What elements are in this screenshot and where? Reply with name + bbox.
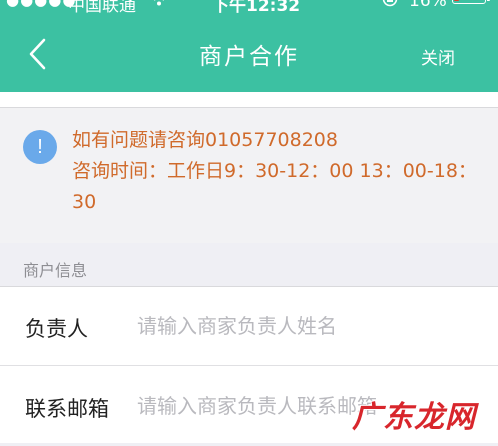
contact-person-label: 负责人	[25, 317, 88, 341]
section-label-merchant-info: 商户信息	[23, 261, 88, 280]
orientation-lock-icon	[381, 0, 399, 11]
email-label: 联系邮箱	[25, 397, 109, 421]
notice-text: 如有问题请咨询01057708208 咨询时间：工作日9：30-12：00 13…	[72, 125, 482, 218]
notice-hours-line: 咨询时间：工作日9：30-12：00 13：00-18：30	[72, 160, 477, 213]
status-time: 下午12:32	[212, 0, 301, 16]
watermark-text: 广东龙网	[352, 400, 476, 435]
battery-icon	[452, 0, 486, 4]
close-button[interactable]: 关闭	[421, 44, 455, 69]
nav-header: ●●●●● 中国联通 下午12:32 16% 商户合作 关闭	[0, 0, 498, 92]
carrier-name: 中国联通	[68, 0, 136, 16]
info-icon: !	[23, 130, 57, 164]
signal-strength-icon: ●●●●●	[6, 0, 77, 9]
header-spacer	[0, 92, 498, 108]
status-bar: ●●●●● 中国联通 下午12:32 16%	[0, 0, 498, 16]
battery-fill	[454, 0, 459, 1]
battery-tip	[487, 0, 490, 1]
form-row-contact-person: 负责人	[0, 286, 498, 366]
contact-person-input[interactable]	[137, 310, 467, 342]
wifi-icon	[150, 0, 168, 10]
notice-phone-line: 如有问题请咨询01057708208	[72, 129, 338, 151]
battery-percent: 16%	[409, 0, 447, 11]
